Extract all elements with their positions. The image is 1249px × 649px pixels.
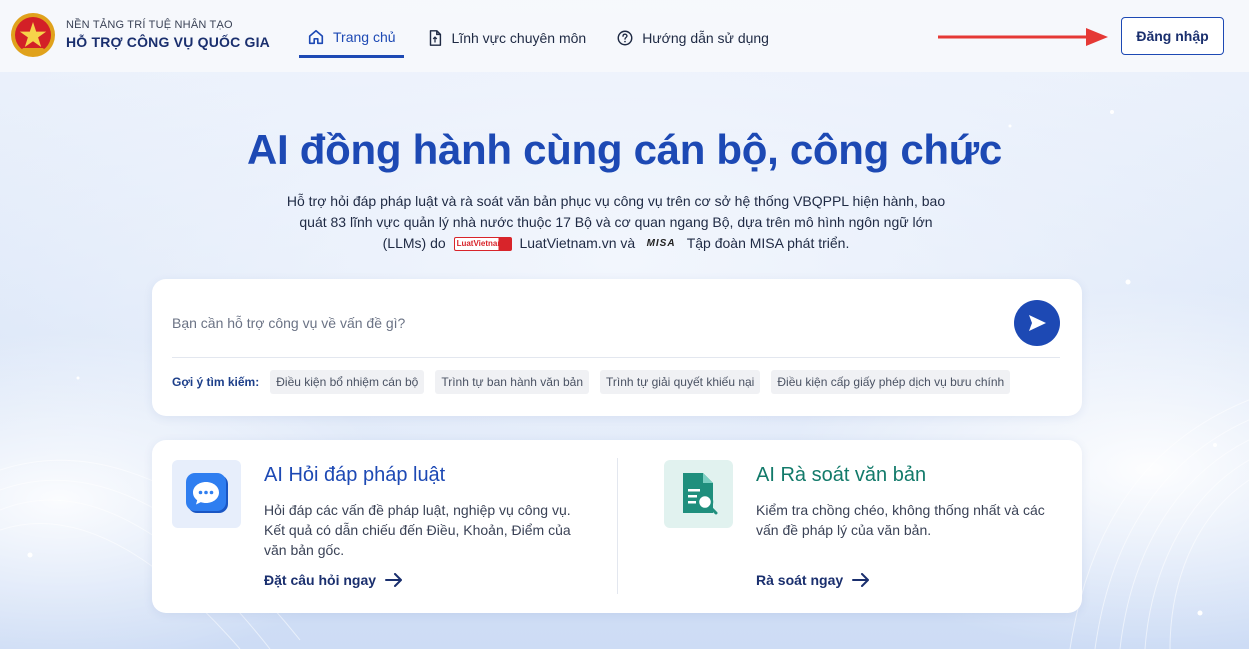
arrow-right-icon [852,573,870,587]
feature-title: AI Hỏi đáp pháp luật [264,464,446,486]
link-label: Rà soát ngay [756,572,844,588]
review-now-link[interactable]: Rà soát ngay [756,572,870,588]
suggestion-chip[interactable]: Điều kiện cấp giấy phép dịch vụ bưu chín… [771,370,1011,394]
hero-desc-line: Hỗ trợ hỏi đáp pháp luật và rà soát văn … [286,193,946,209]
nav-item-label: Lĩnh vực chuyên môn [451,30,587,46]
hero-desc-line: quát 83 lĩnh vực quản lý nhà nước thuộc … [299,214,933,230]
top-header: NỀN TẢNG TRÍ TUỆ NHÂN TẠO HỖ TRỢ CÔNG VỤ… [0,0,1249,72]
search-input[interactable] [172,301,992,345]
home-icon [308,29,324,44]
hero-desc-line: (LLMs) do LuatVietnam LuatVietnam.vn và … [280,233,952,254]
nav-item-home[interactable]: Trang chủ [299,18,404,58]
nav-item-label: Trang chủ [333,28,396,45]
feature-description: Kiểm tra chồng chéo, không thống nhất và… [756,502,1045,538]
features-card: AI Hỏi đáp pháp luật Hỏi đáp các vấn đề … [152,440,1082,613]
hero-desc-text: Tập đoàn MISA phát triển. [686,235,850,251]
hero-description: Hỗ trợ hỏi đáp pháp luật và rà soát văn … [280,191,952,254]
suggestion-chip[interactable]: Điều kiện bổ nhiệm cán bộ [270,370,425,394]
red-arrow-annotation-icon [938,28,1108,46]
nav-item-label: Hướng dẫn sử dụng [642,30,769,46]
send-icon [1029,315,1046,331]
national-emblem-icon [11,13,55,57]
document-search-icon [682,473,717,515]
nav-item-guide[interactable]: Hướng dẫn sử dụng [608,18,777,58]
misa-logo: MISA [646,238,676,250]
brand-logo[interactable]: NỀN TẢNG TRÍ TUỆ NHÂN TẠO HỖ TRỢ CÔNG VỤ… [10,12,270,58]
send-button[interactable] [1014,300,1060,346]
feature-icon-box [172,460,241,528]
link-label: Đặt câu hỏi ngay [264,572,377,588]
suggestion-chip[interactable]: Trình tự ban hành văn bản [435,370,590,394]
ask-question-link[interactable]: Đặt câu hỏi ngay [264,572,403,588]
chat-bubble-icon [185,473,228,513]
feature-description: Hỏi đáp các vấn đề pháp luật, nghiệp vụ … [264,502,571,558]
suggestions-label: Gợi ý tìm kiếm: [172,375,260,389]
hero-title: AI đồng hành cùng cán bộ, công chức [247,126,1002,173]
hero-desc-text: LuatVietnam.vn và [519,235,636,251]
login-button[interactable]: Đăng nhập [1121,17,1224,55]
brand-subtitle: NỀN TẢNG TRÍ TUỆ NHÂN TẠO [66,19,233,31]
help-circle-icon [617,30,633,46]
hero-desc-text: (LLMs) do [382,235,446,251]
feature-title: AI Rà soát văn bản [756,464,927,486]
feature-icon-box [664,460,733,528]
brand-title: HỖ TRỢ CÔNG VỤ QUỐC GIA [66,34,270,51]
main-nav: Trang chủ Lĩnh vực chuyên môn Hướng dẫn … [299,18,791,58]
divider [617,458,618,594]
suggestion-chip[interactable]: Trình tự giải quyết khiếu nại [600,370,761,394]
search-suggestions: Gợi ý tìm kiếm: Điều kiện bổ nhiệm cán b… [172,370,1021,394]
divider [172,357,1060,358]
luatvietnam-logo: LuatVietnam [453,237,512,252]
arrow-right-icon [385,573,403,587]
nav-item-domains[interactable]: Lĩnh vực chuyên môn [418,18,595,58]
document-icon [429,30,441,46]
search-card: Gợi ý tìm kiếm: Điều kiện bổ nhiệm cán b… [152,279,1082,416]
